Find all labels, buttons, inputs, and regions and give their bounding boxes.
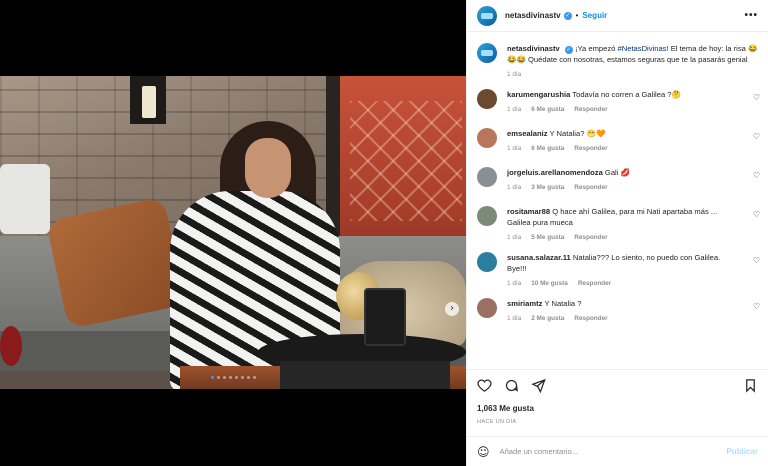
profile-avatar[interactable] [477,5,497,26]
carousel-dot [222,376,226,379]
comment-likes[interactable]: 5 Me gusta [531,232,564,243]
post-username[interactable]: netasdivinastv [505,11,561,20]
post-header: netasdivinastv ✓ • Seguir ••• [467,0,768,32]
instagram-post-modal: › netasdivinastv ✓ • Seguir ••• netasdiv… [0,0,768,466]
carousel-dot [252,376,256,379]
comment-username[interactable]: rositamar88 [507,207,550,216]
carousel-dot [240,376,244,379]
comment-username[interactable]: karumengarushia [507,90,570,99]
comment-item: emsealaniz Y Natalia? 😁🧡 1 día 6 Me gust… [467,128,768,154]
more-options-icon[interactable]: ••• [744,10,758,21]
comment-username[interactable]: susana.salazar.11 [507,253,571,262]
caption-verified-icon: ✓ [564,46,573,54]
comment-avatar[interactable] [477,167,497,187]
comment-item: jorgeluis.arellanomendoza Gali 💋 1 día 3… [467,167,768,193]
share-send-icon[interactable] [531,378,546,393]
comment-item: smiriamtz Y Natalia ? 1 día 2 Me gusta R… [467,298,768,324]
caption-time: 1 día [507,71,522,78]
comment-avatar[interactable] [477,298,497,318]
caption-hashtag[interactable]: #NetasDivinas [618,44,667,53]
comment-time: 1 día [507,184,522,191]
comment-bubble-icon[interactable] [504,378,519,393]
verified-badge-icon: ✓ [563,11,572,20]
carousel-dot [216,376,220,379]
add-comment-bar: ☺ Publicar [467,436,768,466]
comment-time: 1 día [507,315,522,322]
carousel-indicator [0,376,466,379]
comment-like-heart-icon[interactable]: ♡ [753,132,760,141]
comment-username[interactable]: emsealaniz [507,129,548,138]
comment-time: 1 día [507,145,522,152]
save-bookmark-icon[interactable] [743,378,758,393]
publish-button[interactable]: Publicar [726,447,758,456]
comments-scroll-area[interactable]: netasdivinastv ✓ ¡Ya empezó #NetasDivina… [467,33,768,368]
comment-username[interactable]: jorgeluis.arellanomendoza [507,168,603,177]
comment-time: 1 día [507,234,522,241]
comment-text: Todavía no corren a Galilea ?🤔 [572,90,681,99]
comment-item: karumengarushia Todavía no corren a Gali… [467,89,768,115]
comment-avatar[interactable] [477,89,497,109]
comment-text: Gali 💋 [604,168,630,177]
next-image-arrow-icon[interactable]: › [445,302,459,316]
comment-avatar[interactable] [477,206,497,226]
comment-like-heart-icon[interactable]: ♡ [753,210,760,219]
comment-likes[interactable]: 6 Me gusta [531,104,564,115]
comments-list: karumengarushia Todavía no corren a Gali… [467,89,768,324]
comment-item: susana.salazar.11 Natalia??? Lo siento, … [467,252,768,289]
comment-time: 1 día [507,280,522,287]
carousel-dot [210,376,214,379]
comment-like-heart-icon[interactable]: ♡ [753,256,760,265]
comment-avatar[interactable] [477,128,497,148]
comment-item: rositamar88 Q hace ahí Galilea, para mi … [467,206,768,243]
post-media: › [0,0,466,466]
reply-button[interactable]: Responder [574,182,607,193]
post-actions: 1,063 Me gusta HACE UN DÍA [467,369,768,425]
comment-text: Y Natalia? 😁🧡 [549,129,606,138]
comment-likes[interactable]: 3 Me gusta [531,182,564,193]
carousel-dot [228,376,232,379]
comment-like-heart-icon[interactable]: ♡ [753,302,760,311]
comment-like-heart-icon[interactable]: ♡ [753,171,760,180]
post-photo: › [0,76,466,389]
comment-likes[interactable]: 10 Me gusta [531,278,568,289]
comment-likes[interactable]: 2 Me gusta [531,313,564,324]
post-caption: netasdivinastv ✓ ¡Ya empezó #NetasDivina… [467,33,768,80]
carousel-dot [246,376,250,379]
emoji-picker-icon[interactable]: ☺ [477,445,490,459]
comment-avatar[interactable] [477,252,497,272]
post-time-ago: HACE UN DÍA [477,419,517,425]
comment-text: Y Natalia ? [544,299,582,308]
reply-button[interactable]: Responder [574,232,607,243]
follow-button[interactable]: Seguir [582,11,607,20]
carousel-dot [234,376,238,379]
like-heart-icon[interactable] [477,378,492,393]
caption-username[interactable]: netasdivinastv [507,44,560,53]
comment-like-heart-icon[interactable]: ♡ [753,93,760,102]
comment-input[interactable] [499,447,727,456]
comment-username[interactable]: smiriamtz [507,299,542,308]
likes-count[interactable]: 1,063 Me gusta [477,404,758,413]
header-separator: • [575,11,579,20]
post-details-panel: netasdivinastv ✓ • Seguir ••• netasdivin… [466,0,768,466]
reply-button[interactable]: Responder [574,143,607,154]
caption-text-pre: ¡Ya empezó [575,44,618,53]
caption-avatar[interactable] [477,43,497,63]
comment-likes[interactable]: 6 Me gusta [531,143,564,154]
comment-time: 1 día [507,106,522,113]
reply-button[interactable]: Responder [578,278,611,289]
reply-button[interactable]: Responder [574,104,607,115]
reply-button[interactable]: Responder [574,313,607,324]
